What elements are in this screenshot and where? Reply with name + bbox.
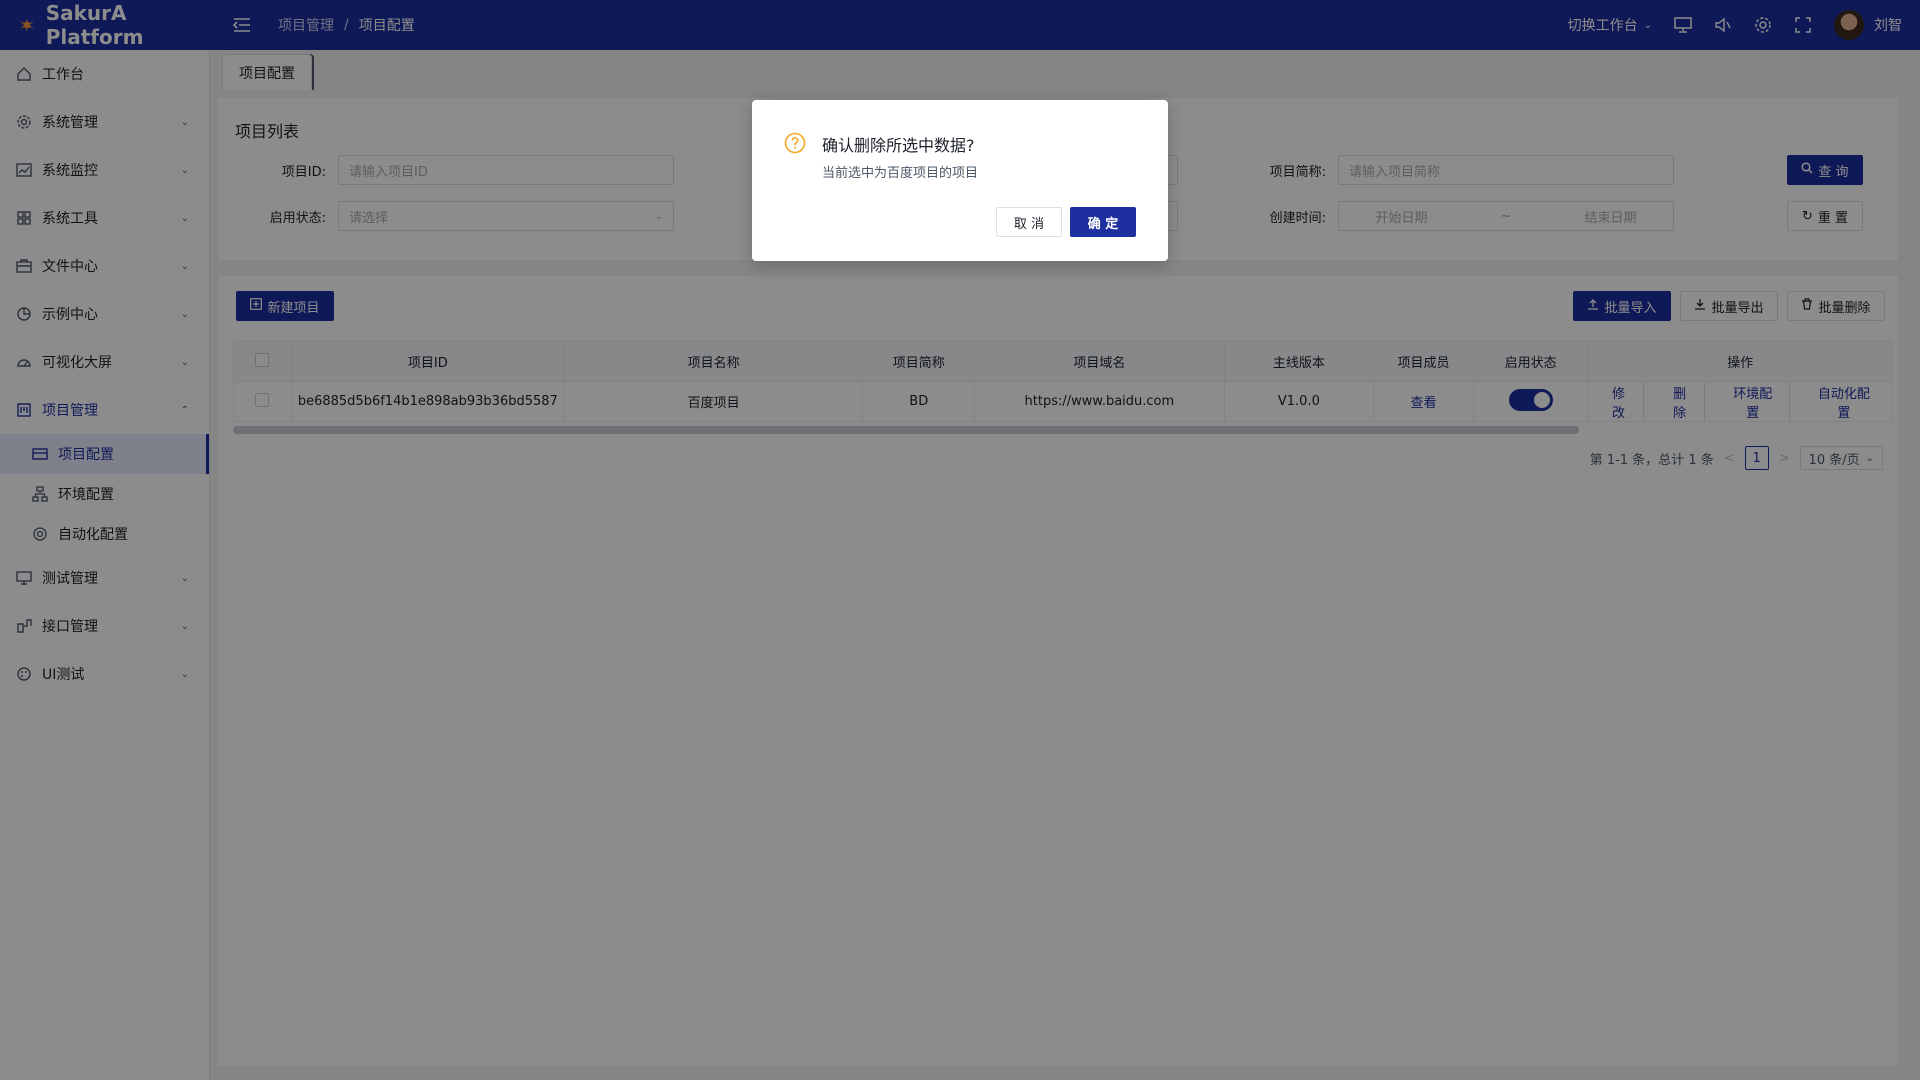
confirm-dialog: 确认删除所选中数据? 当前选中为百度项目的项目 取 消 确 定 [752, 100, 1168, 261]
dialog-content: 当前选中为百度项目的项目 [822, 166, 979, 181]
question-icon [784, 132, 806, 154]
confirm-button[interactable]: 确 定 [1070, 207, 1136, 237]
cancel-button[interactable]: 取 消 [996, 207, 1062, 237]
dialog-title: 确认删除所选中数据? [822, 136, 975, 155]
